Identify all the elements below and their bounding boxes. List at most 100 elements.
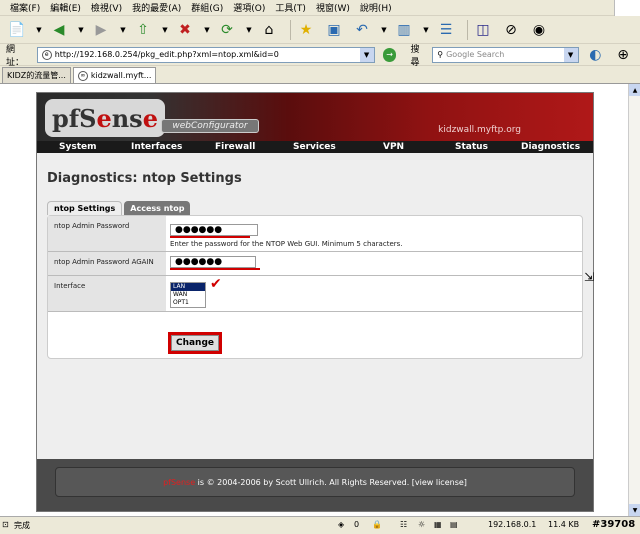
status-page-icon: ⊡: [2, 520, 9, 529]
interface-option[interactable]: WAN: [171, 291, 205, 299]
search-input[interactable]: ⚲ Google Search ▼: [432, 46, 579, 63]
address-bar: 網址： e http://192.168.0.254/pkg_edit.php?…: [0, 44, 640, 68]
status-lock-icon: 🔒: [372, 520, 382, 529]
status-count: 0: [354, 520, 360, 529]
scroll-down-icon[interactable]: ▼: [629, 504, 640, 516]
chevron-down-icon[interactable]: ▼: [244, 19, 254, 41]
nav-firewall[interactable]: Firewall: [215, 142, 255, 152]
stop-icon[interactable]: ✖: [174, 19, 196, 41]
undo-icon[interactable]: ↶: [351, 19, 373, 41]
bookmark-icon[interactable]: ◫: [472, 19, 494, 41]
menu-help[interactable]: 說明(H): [360, 1, 392, 14]
chevron-down-icon[interactable]: ▼: [76, 19, 86, 41]
toolbar-separator: [290, 19, 291, 40]
form-row-password-again: ntop Admin Password AGAIN ●●●●●●: [48, 252, 582, 276]
logo-text-1: pfS: [52, 103, 97, 133]
tab-label: KIDZ的流量管...: [7, 71, 66, 80]
pfsense-page: pfS e ns e webConfigurator kidzwall.myftp.o…: [36, 92, 594, 512]
menu-window[interactable]: 視窗(W): [316, 1, 350, 14]
change-button[interactable]: Change: [171, 335, 219, 351]
go-icon[interactable]: →: [382, 47, 397, 62]
chevron-down-icon[interactable]: ▼: [359, 47, 374, 62]
password-hint: Enter the password for the NTOP Web GUI.…: [170, 240, 403, 248]
list-icon[interactable]: ☰: [435, 19, 457, 41]
page-footer: pfSense is © 2004-2006 by Scott Ullrich.…: [37, 459, 593, 511]
menu-view[interactable]: 檢視(V): [91, 1, 122, 14]
toolbar: 📄 ▼ ◀ ▼ ▶ ▼ ⇧ ▼ ✖ ▼ ⟳ ▼ ⌂ ★ ▣ ↶ ▼ ▥ ▼ ☰ …: [0, 16, 640, 44]
address-label: 網址：: [6, 44, 25, 68]
nav-system[interactable]: System: [59, 142, 97, 152]
home-icon[interactable]: ⌂: [258, 19, 280, 41]
chevron-down-icon[interactable]: ▼: [202, 19, 212, 41]
columns-icon[interactable]: ▥: [393, 19, 415, 41]
chevron-down-icon[interactable]: ▼: [421, 19, 431, 41]
settings-form: ntop Admin Password ●●●●●● Enter the pas…: [47, 215, 583, 359]
chevron-down-icon[interactable]: ▼: [160, 19, 170, 41]
interface-select[interactable]: LAN WAN OPT1: [170, 282, 206, 308]
password-again-label: ntop Admin Password AGAIN: [48, 252, 166, 275]
chevron-down-icon[interactable]: ▼: [379, 19, 389, 41]
vertical-scrollbar[interactable]: ▲ ▼: [628, 84, 640, 516]
status-image-icon: ▦: [434, 520, 442, 529]
compass-icon[interactable]: ⊘: [500, 19, 522, 41]
page-title: Diagnostics: ntop Settings: [47, 171, 242, 186]
interface-label: Interface: [48, 276, 166, 311]
menu-tools[interactable]: 工具(T): [275, 1, 306, 14]
nav-interfaces[interactable]: Interfaces: [131, 142, 182, 152]
up-icon[interactable]: ⇧: [132, 19, 154, 41]
nav-vpn[interactable]: VPN: [383, 142, 404, 152]
nav-diagnostics[interactable]: Diagnostics: [521, 142, 580, 152]
password-again-field[interactable]: ●●●●●●: [170, 256, 256, 268]
nav-status[interactable]: Status: [455, 142, 488, 152]
address-url: http://192.168.0.254/pkg_edit.php?xml=nt…: [54, 50, 279, 59]
chevron-down-icon[interactable]: ▼: [118, 19, 128, 41]
status-bar: ⊡ 完成 ◈ 0 🔒 ☷ ☼ ▦ ▤ 192.168.0.1 11.4 KB #…: [0, 516, 640, 534]
search-placeholder: Google Search: [446, 50, 505, 59]
history-icon[interactable]: ▣: [323, 19, 345, 41]
logo-text-2: e: [96, 103, 112, 133]
footer-brand-link[interactable]: pfSense: [163, 478, 195, 487]
new-page-icon[interactable]: 📄: [6, 19, 28, 41]
tab-label: kidzwall.myft...: [90, 71, 152, 80]
pfsense-favicon-icon: ∞: [77, 70, 88, 81]
menu-bar: 檔案(F) 編輯(E) 檢視(V) 我的最愛(A) 群組(G) 選項(O) 工具…: [0, 0, 640, 16]
status-script-icon: ▤: [450, 520, 458, 529]
tab-ntop-settings[interactable]: ntop Settings: [47, 201, 123, 215]
check-mark-annotation-icon: ✔: [210, 276, 222, 292]
red-box-annotation: Change: [168, 332, 222, 354]
scroll-up-icon[interactable]: ▲: [629, 84, 640, 96]
back-icon[interactable]: ◀: [48, 19, 70, 41]
pfsense-logo[interactable]: pfS e ns e: [45, 99, 165, 137]
password-field[interactable]: ●●●●●●: [170, 224, 258, 236]
translate-icon[interactable]: ◐: [585, 44, 607, 66]
forward-icon[interactable]: ▶: [90, 19, 112, 41]
page-viewport: pfS e ns e webConfigurator kidzwall.myftp.o…: [0, 84, 628, 516]
tab-access-ntop[interactable]: Access ntop: [124, 201, 191, 215]
menu-edit[interactable]: 編輯(E): [50, 1, 81, 14]
chevron-down-icon[interactable]: ▼: [34, 19, 44, 41]
hostname: kidzwall.myftp.org: [438, 125, 521, 135]
menu-file[interactable]: 檔案(F): [10, 1, 40, 14]
interface-option[interactable]: OPT1: [171, 299, 205, 307]
options-icon[interactable]: ⊕: [612, 44, 634, 66]
status-size: 11.4 KB: [548, 520, 580, 529]
menu-groups[interactable]: 群組(G): [191, 1, 223, 14]
webconfigurator-badge: webConfigurator: [161, 119, 259, 133]
refresh-icon[interactable]: ⟳: [216, 19, 238, 41]
resize-cursor-icon: ⇲: [584, 270, 595, 284]
nav-services[interactable]: Services: [293, 142, 336, 152]
menu-options[interactable]: 選項(O): [233, 1, 265, 14]
status-ip: 192.168.0.1: [488, 520, 537, 529]
browser-tab[interactable]: KIDZ的流量管...: [2, 67, 71, 83]
address-input[interactable]: e http://192.168.0.254/pkg_edit.php?xml=…: [36, 46, 375, 63]
interface-option[interactable]: LAN: [171, 283, 205, 291]
chevron-down-icon[interactable]: ▼: [563, 47, 578, 62]
menu-favorites[interactable]: 我的最愛(A): [132, 1, 181, 14]
browser-tab-bar: KIDZ的流量管... ∞ kidzwall.myft...: [0, 66, 640, 84]
browser-tab-active[interactable]: ∞ kidzwall.myft...: [72, 67, 157, 83]
footer-box: pfSense is © 2004-2006 by Scott Ullrich.…: [55, 467, 575, 497]
toolbar-separator: [467, 19, 468, 40]
globe-icon[interactable]: ◉: [528, 19, 550, 41]
star-icon[interactable]: ★: [295, 19, 317, 41]
red-underline-annotation: [170, 268, 260, 270]
